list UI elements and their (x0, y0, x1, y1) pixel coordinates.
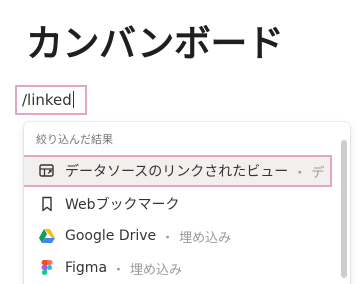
command-menu: 絞り込んだ結果 データソースのリンクされたビュー ・ デ Webブックマーク G… (24, 122, 350, 284)
menu-item-label: Google Drive (65, 228, 157, 244)
bookmark-icon (38, 195, 56, 213)
menu-item-figma[interactable]: Figma ・ 埋め込み (24, 251, 334, 284)
menu-item-label: Figma (65, 260, 108, 276)
menu-item-google-drive[interactable]: Google Drive ・ 埋め込み (24, 219, 334, 253)
menu-item-description: デ (311, 165, 325, 181)
menu-item-web-bookmark[interactable]: Webブックマーク (24, 187, 334, 221)
figma-icon (38, 259, 56, 277)
google-drive-icon (38, 227, 56, 245)
menu-item-linked-view[interactable]: データソースのリンクされたビュー ・ デ (24, 155, 332, 187)
menu-item-description: 埋め込み (179, 230, 232, 246)
menu-section-header: 絞り込んだ結果 (36, 133, 113, 146)
page: カンバンボード /linked 絞り込んだ結果 データソースのリンクされたビュー… (0, 0, 358, 284)
menu-item-separator: ・ (161, 230, 175, 246)
menu-item-label: Webブックマーク (65, 197, 180, 213)
menu-item-description: 埋め込み (130, 262, 183, 278)
linked-database-icon (38, 162, 56, 180)
slash-command-text[interactable]: /linked (22, 91, 74, 109)
menu-item-separator: ・ (112, 262, 126, 278)
page-title[interactable]: カンバンボード (26, 18, 284, 70)
menu-item-separator: ・ (293, 165, 307, 181)
text-caret (72, 91, 74, 108)
menu-scrollbar[interactable] (341, 140, 347, 278)
menu-item-label: データソースのリンクされたビュー (65, 164, 289, 180)
slash-command-input[interactable]: /linked (15, 85, 87, 115)
